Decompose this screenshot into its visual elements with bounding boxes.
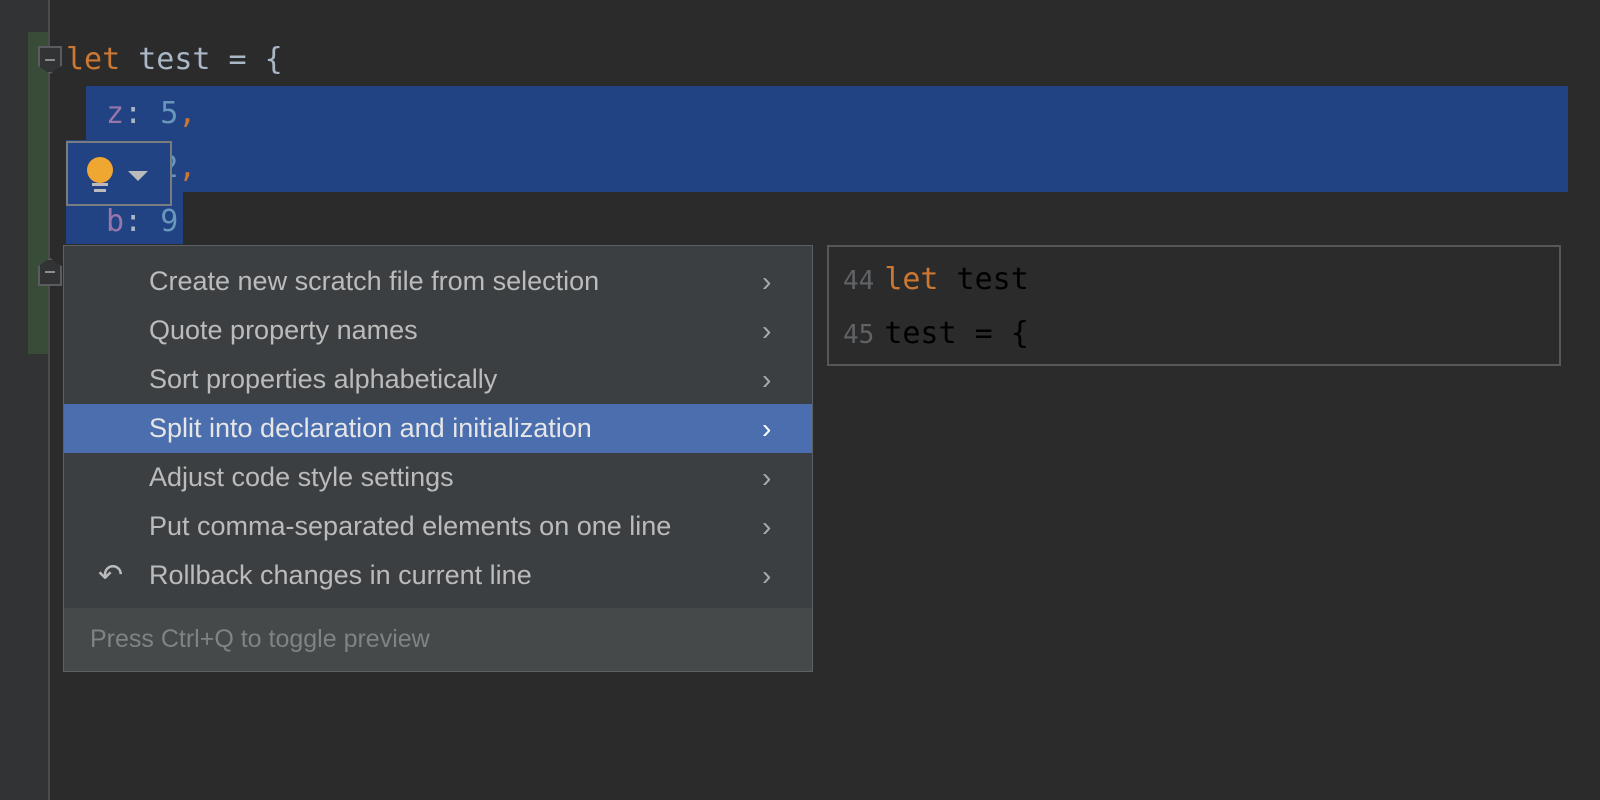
code-line: z: 5, [66,87,283,141]
menu-item-label: Quote property names [149,315,418,345]
chevron-right-icon[interactable]: › [762,306,771,355]
chevron-down-icon [128,171,148,181]
preview-line: 45 test = { [843,307,1029,362]
menu-item[interactable]: Split into declaration and initializatio… [64,404,812,453]
line-number: 44 [843,266,875,296]
code-token: : [124,204,161,239]
menu-item[interactable]: Create new scratch file from selection › [64,257,812,306]
code-token: , [178,96,197,131]
code-line: let test = { [66,33,283,87]
menu-item[interactable]: ↶ Rollback changes in current line › [64,551,812,600]
code-token: , [178,150,197,185]
chevron-right-icon[interactable]: › [762,551,771,600]
code-token: b [106,204,125,239]
undo-icon: ↶ [98,559,124,592]
chevron-right-icon[interactable]: › [762,404,771,453]
code-token: test = { [120,42,283,77]
menu-item[interactable]: Adjust code style settings › [64,453,812,502]
menu-footer-hint: Press Ctrl+Q to toggle preview [64,608,812,671]
chevron-right-icon[interactable]: › [762,355,771,404]
menu-item-label: Split into declaration and initializatio… [149,413,592,443]
line-number: 45 [843,320,875,350]
code-token: let [66,42,121,77]
menu-item-label: Rollback changes in current line [149,560,532,590]
menu-item[interactable]: Put comma-separated elements on one line… [64,502,812,551]
chevron-right-icon[interactable]: › [762,453,771,502]
preview-line: 44 let test [843,253,1029,308]
code-token: let [884,262,939,297]
menu-item-label: Create new scratch file from selection [149,266,600,296]
menu-item-label: Sort properties alphabetically [149,364,498,394]
lightbulb-icon [87,157,148,192]
code-token: test = { [884,316,1029,351]
code-token: z [106,96,125,131]
code-token: : [124,96,161,131]
code-token: test [938,262,1029,297]
code-token: 9 [160,204,179,239]
code-token: 5 [160,96,179,131]
menu-item-label: Adjust code style settings [149,462,454,492]
intention-menu: Create new scratch file from selection › Q… [63,245,813,672]
chevron-right-icon[interactable]: › [762,502,771,551]
preview-panel: 44 let test 45 test = { [827,245,1561,366]
menu-item-label: Put comma-separated elements on one line [149,511,672,541]
menu-item[interactable]: Sort properties alphabetically › [64,355,812,404]
menu-item[interactable]: Quote property names › [64,306,812,355]
selection [66,140,1568,192]
change-marker[interactable] [28,32,48,354]
chevron-right-icon[interactable]: › [762,257,771,306]
selection [86,86,1568,140]
intention-actions-button[interactable] [66,141,172,206]
